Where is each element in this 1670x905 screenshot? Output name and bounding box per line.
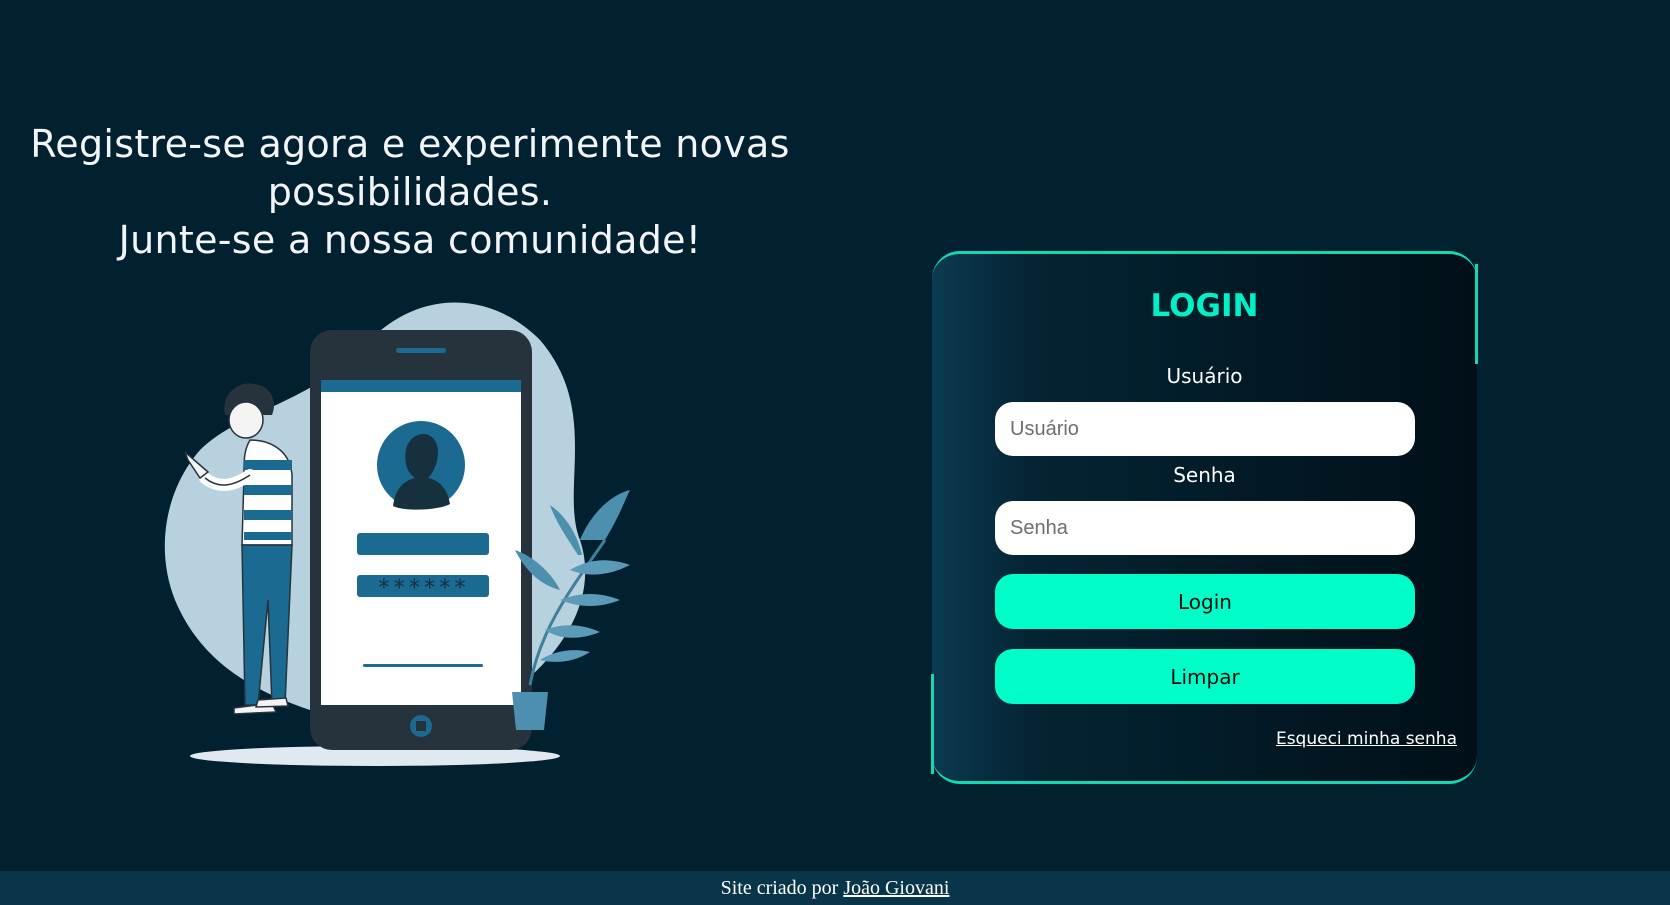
plant-leaf — [580, 490, 630, 540]
hero-line-3: Junte-se a nossa comunidade! — [118, 218, 702, 262]
footer-text: Site criado por — [720, 877, 839, 899]
phone-notch — [396, 348, 446, 353]
shirt-stripe — [244, 460, 292, 470]
hero-line-2: possibilidades. — [267, 170, 553, 214]
login-illustration: ****** — [164, 302, 630, 766]
password-mask-text: ****** — [377, 576, 468, 601]
login-card: LOGIN Usuário Senha Login Limpar Esqueci… — [931, 251, 1478, 784]
phone-header-bar — [321, 380, 521, 392]
shirt-stripe — [244, 510, 292, 520]
username-input[interactable] — [995, 402, 1415, 456]
password-label: Senha — [1173, 463, 1236, 487]
home-button-inner — [416, 721, 426, 731]
username-bar — [357, 533, 489, 555]
clear-button[interactable]: Limpar — [995, 649, 1415, 704]
shirt-stripe — [244, 485, 292, 495]
footer: Site criado por João Giovani — [0, 871, 1670, 905]
forgot-password-link[interactable]: Esqueci minha senha — [1276, 729, 1457, 749]
plant-pot — [512, 692, 548, 730]
card-accent-edge — [931, 674, 934, 774]
login-button[interactable]: Login — [995, 574, 1415, 629]
hero-line-1: Registre-se agora e experimente novas — [30, 122, 790, 166]
screen-underline — [363, 664, 483, 667]
author-link[interactable]: João Giovani — [843, 877, 949, 899]
username-label: Usuário — [1166, 364, 1243, 388]
person-face — [228, 401, 264, 439]
login-title: LOGIN — [1150, 288, 1259, 324]
hero-headline: Registre-se agora e experimente novas po… — [30, 120, 790, 264]
person-shoe — [254, 697, 289, 708]
shirt-stripe — [244, 532, 292, 540]
password-input[interactable] — [995, 501, 1415, 555]
